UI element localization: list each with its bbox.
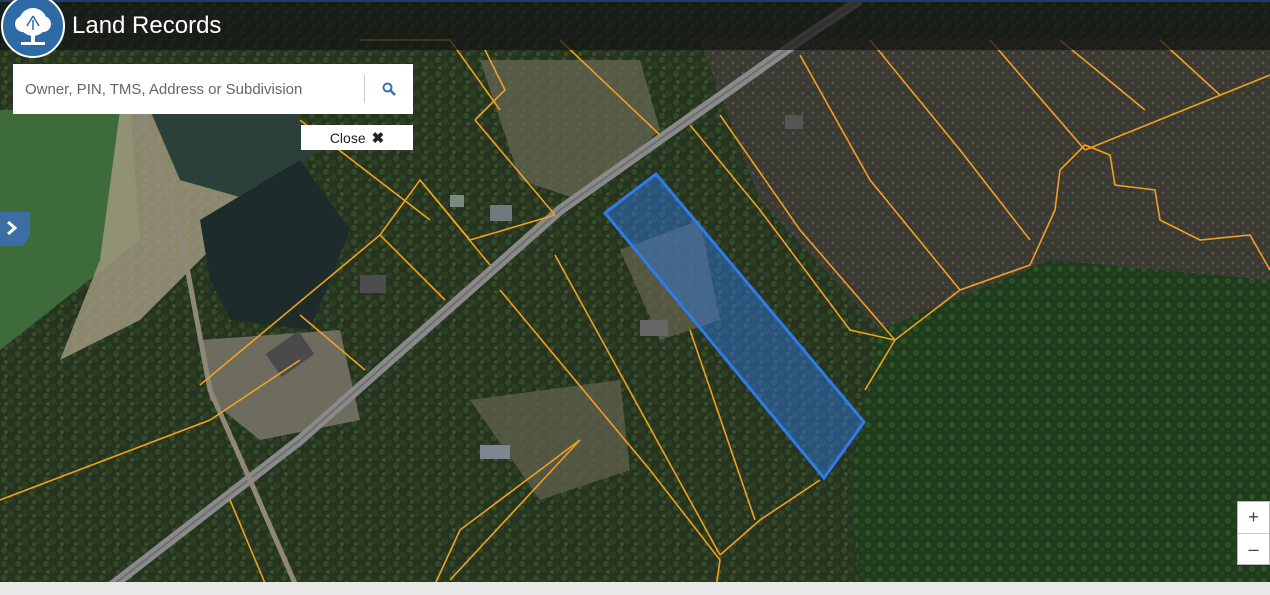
bottom-strip: [0, 582, 1270, 595]
search-input[interactable]: [13, 64, 363, 114]
search-button[interactable]: [365, 64, 413, 114]
close-icon: ✖: [371, 129, 385, 147]
close-label: Close: [329, 129, 366, 146]
zoom-control: + –: [1237, 501, 1270, 565]
search-icon: [382, 82, 396, 96]
app-title: Land Records: [72, 12, 222, 39]
search-box: [13, 64, 413, 114]
chevron-right-icon: [7, 220, 18, 236]
zoom-in-button[interactable]: +: [1238, 502, 1269, 533]
close-button[interactable]: Close ✖: [301, 125, 413, 150]
top-bar: Land Records: [0, 0, 1270, 58]
sidebar-toggle-button[interactable]: [0, 212, 30, 246]
tree-icon[interactable]: [1, 0, 65, 58]
zoom-out-button[interactable]: –: [1238, 534, 1269, 565]
